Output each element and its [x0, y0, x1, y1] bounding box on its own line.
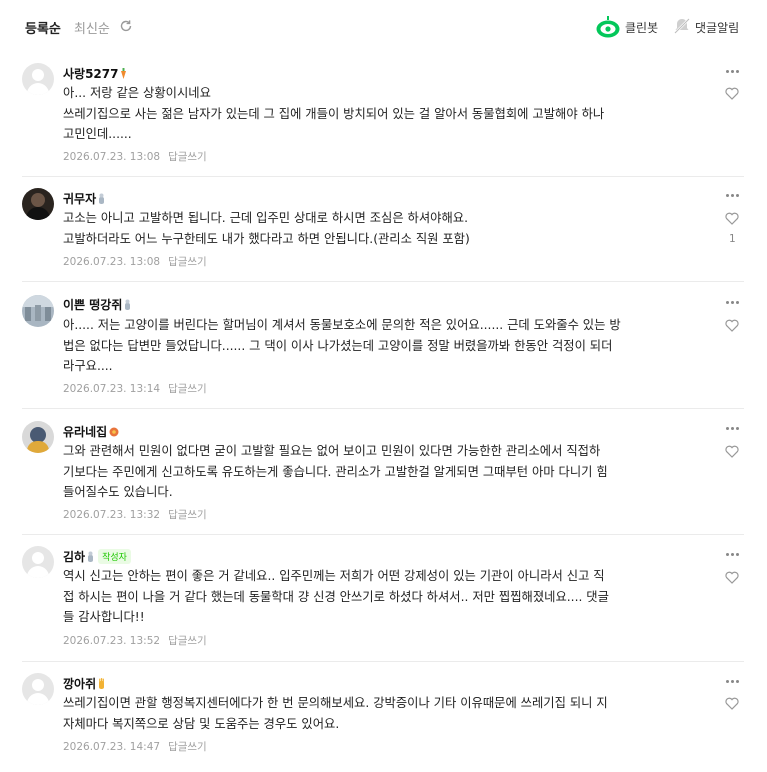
avatar[interactable] [22, 673, 54, 705]
comment-divider [22, 661, 744, 662]
bell-off-icon[interactable] [673, 17, 691, 35]
comment-text: 역시 신고는 안하는 편이 좋은 거 같네요.. 입주민께는 저희가 어떤 강제… [63, 569, 609, 624]
author-name[interactable]: 귀무자 [63, 192, 96, 206]
comment-notify-button[interactable]: 댓글알림 [695, 19, 739, 36]
comment-text: 그와 관련해서 민원이 없다면 굳이 고발할 필요는 없어 보이고 민원이 있다… [63, 444, 608, 499]
comment-author[interactable]: 유라네집 [63, 423, 119, 440]
comment-date: 2026.07.23. 13:08 [63, 256, 161, 268]
reply-button[interactable]: 답글쓰기 [168, 509, 207, 521]
avatar[interactable] [22, 546, 54, 578]
comment-author[interactable]: 이쁜 떵강쥐 [63, 296, 131, 313]
reply-button[interactable]: 답글쓰기 [168, 151, 207, 163]
comment-meta: 2026.07.23. 13:08 답글쓰기 [63, 149, 207, 164]
comment-date: 2026.07.23. 13:14 [63, 383, 161, 395]
author-name[interactable]: 이쁜 떵강쥐 [63, 298, 122, 312]
refresh-icon[interactable] [119, 19, 133, 33]
comment-toolbar: 등록순 최신순 클린봇 댓글알림 [0, 0, 767, 56]
author-name[interactable]: 김하 [63, 550, 85, 564]
more-options-icon[interactable] [726, 427, 740, 431]
comment-author[interactable]: 김하 작성자 [63, 548, 131, 565]
comment-author[interactable]: 귀무자 [63, 190, 105, 207]
carrot-level-icon [121, 68, 127, 79]
comment-date: 2026.07.23. 13:08 [63, 151, 161, 163]
author-name[interactable]: 사랑5277 [63, 67, 118, 81]
heart-icon[interactable] [725, 212, 739, 225]
heart-icon[interactable] [725, 445, 739, 458]
hand-level-icon [99, 678, 105, 689]
comment-text: 쓰레기집이면 관할 행정복지센터에다가 한 번 문의해보세요. 강박증이나 기타… [63, 696, 608, 731]
comment-divider [22, 281, 744, 282]
heart-icon[interactable] [725, 319, 739, 332]
comment-meta: 2026.07.23. 13:52 답글쓰기 [63, 633, 207, 648]
heart-icon[interactable] [725, 571, 739, 584]
avatar[interactable] [22, 421, 54, 453]
comment-text: 고소는 아니고 고발하면 됩니다. 근데 입주민 상대로 하시면 조심은 하셔야… [63, 211, 470, 246]
cleanbot-button[interactable]: 클린봇 [625, 19, 658, 36]
heart-icon[interactable] [725, 87, 739, 100]
avatar[interactable] [22, 295, 54, 327]
avatar[interactable] [22, 188, 54, 220]
reply-button[interactable]: 답글쓰기 [168, 741, 207, 753]
comment-text: 아... 저랑 같은 상황이시네요 쓰레기집으로 사는 젊은 남자가 있는데 그… [63, 86, 605, 141]
more-options-icon[interactable] [726, 553, 740, 557]
flower-level-icon [109, 427, 119, 437]
sort-by-registration[interactable]: 등록순 [25, 18, 61, 37]
sort-by-latest[interactable]: 최신순 [74, 18, 110, 37]
more-options-icon[interactable] [726, 301, 740, 305]
author-badge: 작성자 [98, 549, 131, 564]
comment-meta: 2026.07.23. 13:14 답글쓰기 [63, 381, 207, 396]
sprout-level-icon [125, 299, 131, 310]
more-options-icon[interactable] [726, 194, 740, 198]
comment-author[interactable]: 깡아쥐 [63, 675, 105, 692]
cleanbot-icon[interactable] [596, 16, 620, 38]
reply-button[interactable]: 답글쓰기 [168, 256, 207, 268]
avatar[interactable] [22, 63, 54, 95]
comment-author[interactable]: 사랑5277 [63, 65, 127, 82]
comment-date: 2026.07.23. 14:47 [63, 741, 161, 753]
sprout-level-icon [88, 551, 94, 562]
more-options-icon[interactable] [726, 680, 740, 684]
author-name[interactable]: 유라네집 [63, 425, 107, 439]
comment-meta: 2026.07.23. 13:08 답글쓰기 [63, 254, 207, 269]
comment-divider [22, 176, 744, 177]
more-options-icon[interactable] [726, 70, 740, 74]
comment-meta: 2026.07.23. 13:32 답글쓰기 [63, 507, 207, 522]
comment-divider [22, 534, 744, 535]
comment-text: 아..... 저는 고양이를 버린다는 할머님이 계셔서 동물보호소에 문의한 … [63, 318, 621, 373]
comment-date: 2026.07.23. 13:52 [63, 635, 161, 647]
sprout-level-icon [99, 193, 105, 204]
like-count: 1 [729, 233, 736, 245]
comment-date: 2026.07.23. 13:32 [63, 509, 161, 521]
reply-button[interactable]: 답글쓰기 [168, 635, 207, 647]
comment-divider [22, 408, 744, 409]
author-name[interactable]: 깡아쥐 [63, 677, 96, 691]
reply-button[interactable]: 답글쓰기 [168, 383, 207, 395]
comment-meta: 2026.07.23. 14:47 답글쓰기 [63, 739, 207, 754]
heart-icon[interactable] [725, 697, 739, 710]
